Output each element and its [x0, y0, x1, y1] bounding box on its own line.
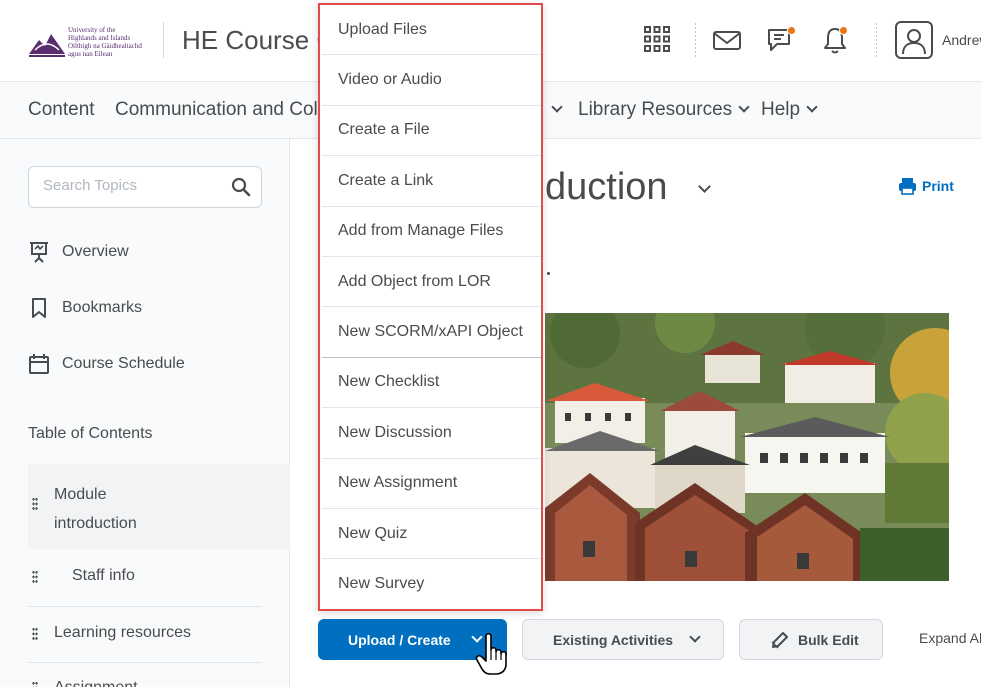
nav-content[interactable]: Content [28, 99, 95, 121]
chat-icon[interactable] [765, 24, 797, 56]
menu-item-create-a-file[interactable]: Create a File [322, 106, 541, 157]
sidebar-item-overview[interactable]: Overview [28, 237, 129, 267]
toc-item-label: introduction [54, 515, 137, 532]
existing-activities-button[interactable]: Existing Activities [522, 619, 724, 660]
uhi-logo-icon [29, 34, 65, 57]
chevron-down-icon [738, 101, 750, 113]
drag-handle-icon[interactable] [32, 497, 38, 511]
menu-item-new-checklist[interactable]: New Checklist [322, 358, 541, 409]
upload-create-label: Upload / Create [348, 631, 451, 648]
search-icon[interactable] [231, 177, 251, 197]
toc-item-module-introduction[interactable]: Module introduction [28, 464, 290, 549]
toc-item-label: Staff info [72, 567, 135, 584]
user-name[interactable]: Andrew [942, 32, 981, 48]
menu-item-video-or-audio[interactable]: Video or Audio [322, 55, 541, 106]
toc-item-label: Module [54, 486, 107, 503]
drag-handle-icon[interactable] [32, 681, 38, 687]
mail-icon[interactable] [711, 24, 743, 56]
toc-item-learning-resources[interactable]: Learning resources [28, 607, 262, 662]
toc-item-label: Assignment [54, 679, 138, 687]
toc-heading: Table of Contents [28, 425, 153, 442]
header-divider [163, 22, 164, 58]
sidebar-item-label: Overview [62, 243, 129, 260]
menu-item-new-assignment[interactable]: New Assignment [322, 459, 541, 509]
menu-item-upload-files[interactable]: Upload Files [322, 5, 541, 56]
nav-communication[interactable]: Communication and Coll [115, 99, 322, 121]
header-divider [695, 22, 696, 58]
calendar-icon [29, 354, 49, 374]
chevron-down-icon [689, 630, 701, 643]
user-icon [902, 29, 926, 55]
presentation-icon [30, 242, 48, 263]
menu-item-add-from-manage-files[interactable]: Add from Manage Files [322, 207, 541, 257]
bookmark-icon [32, 298, 46, 318]
nav-library-resources[interactable]: Library Resources [578, 99, 750, 121]
menu-item-new-discussion[interactable]: New Discussion [322, 408, 541, 459]
text-fragment [547, 272, 550, 275]
logo-text: University of the Highlands and Islands … [68, 26, 142, 58]
drag-handle-icon[interactable] [32, 627, 38, 641]
notification-dot [839, 26, 848, 35]
upload-create-menu: Upload Files Video or Audio Create a Fil… [318, 3, 543, 611]
toc-item-staff-info[interactable]: Staff info [28, 549, 262, 606]
menu-item-new-survey[interactable]: New Survey [322, 559, 541, 609]
menu-item-create-a-link[interactable]: Create a Link [322, 156, 541, 207]
bulk-edit-button[interactable]: Bulk Edit [739, 619, 883, 660]
toc-item-assignment[interactable]: Assignment [28, 663, 262, 687]
print-button[interactable]: Print [898, 177, 954, 195]
menu-item-new-scorm-xapi-object[interactable]: New SCORM/xAPI Object [322, 307, 541, 358]
menu-item-add-object-from-lor[interactable]: Add Object from LOR [322, 257, 541, 308]
pencil-icon [771, 631, 788, 649]
header-divider [876, 22, 877, 58]
drag-handle-icon[interactable] [32, 570, 38, 584]
page-title: duction [545, 166, 668, 208]
hand-cursor-icon [475, 632, 507, 675]
module-banner-image [545, 313, 949, 581]
print-label: Print [922, 178, 954, 194]
expand-all-link[interactable]: Expand Al [919, 630, 981, 646]
printer-icon [899, 178, 916, 195]
content-sidebar: Overview Bookmarks Course Schedule Table… [0, 139, 290, 687]
bell-icon[interactable] [819, 24, 851, 56]
sidebar-item-course-schedule[interactable]: Course Schedule [28, 349, 185, 379]
nav-help[interactable]: Help [761, 99, 818, 121]
grid-icon[interactable] [642, 24, 674, 56]
chevron-down-icon [551, 101, 563, 113]
menu-item-new-quiz[interactable]: New Quiz [322, 509, 541, 560]
nav-chevron-hidden[interactable] [545, 99, 563, 121]
search-topics-box [28, 166, 262, 208]
search-topics-input[interactable] [43, 177, 223, 194]
chevron-down-icon [806, 101, 818, 113]
sidebar-item-label: Course Schedule [62, 355, 185, 372]
chevron-down-icon[interactable] [698, 180, 711, 193]
toc-item-label: Learning resources [54, 624, 191, 641]
university-logo[interactable]: University of the Highlands and Islands … [27, 20, 147, 64]
existing-activities-label: Existing Activities [553, 631, 674, 648]
notification-dot [787, 26, 796, 35]
sidebar-item-bookmarks[interactable]: Bookmarks [28, 293, 142, 323]
course-title[interactable]: HE Course C [182, 25, 335, 56]
avatar[interactable] [895, 21, 933, 59]
bulk-edit-label: Bulk Edit [798, 631, 859, 648]
sidebar-item-label: Bookmarks [62, 299, 143, 316]
